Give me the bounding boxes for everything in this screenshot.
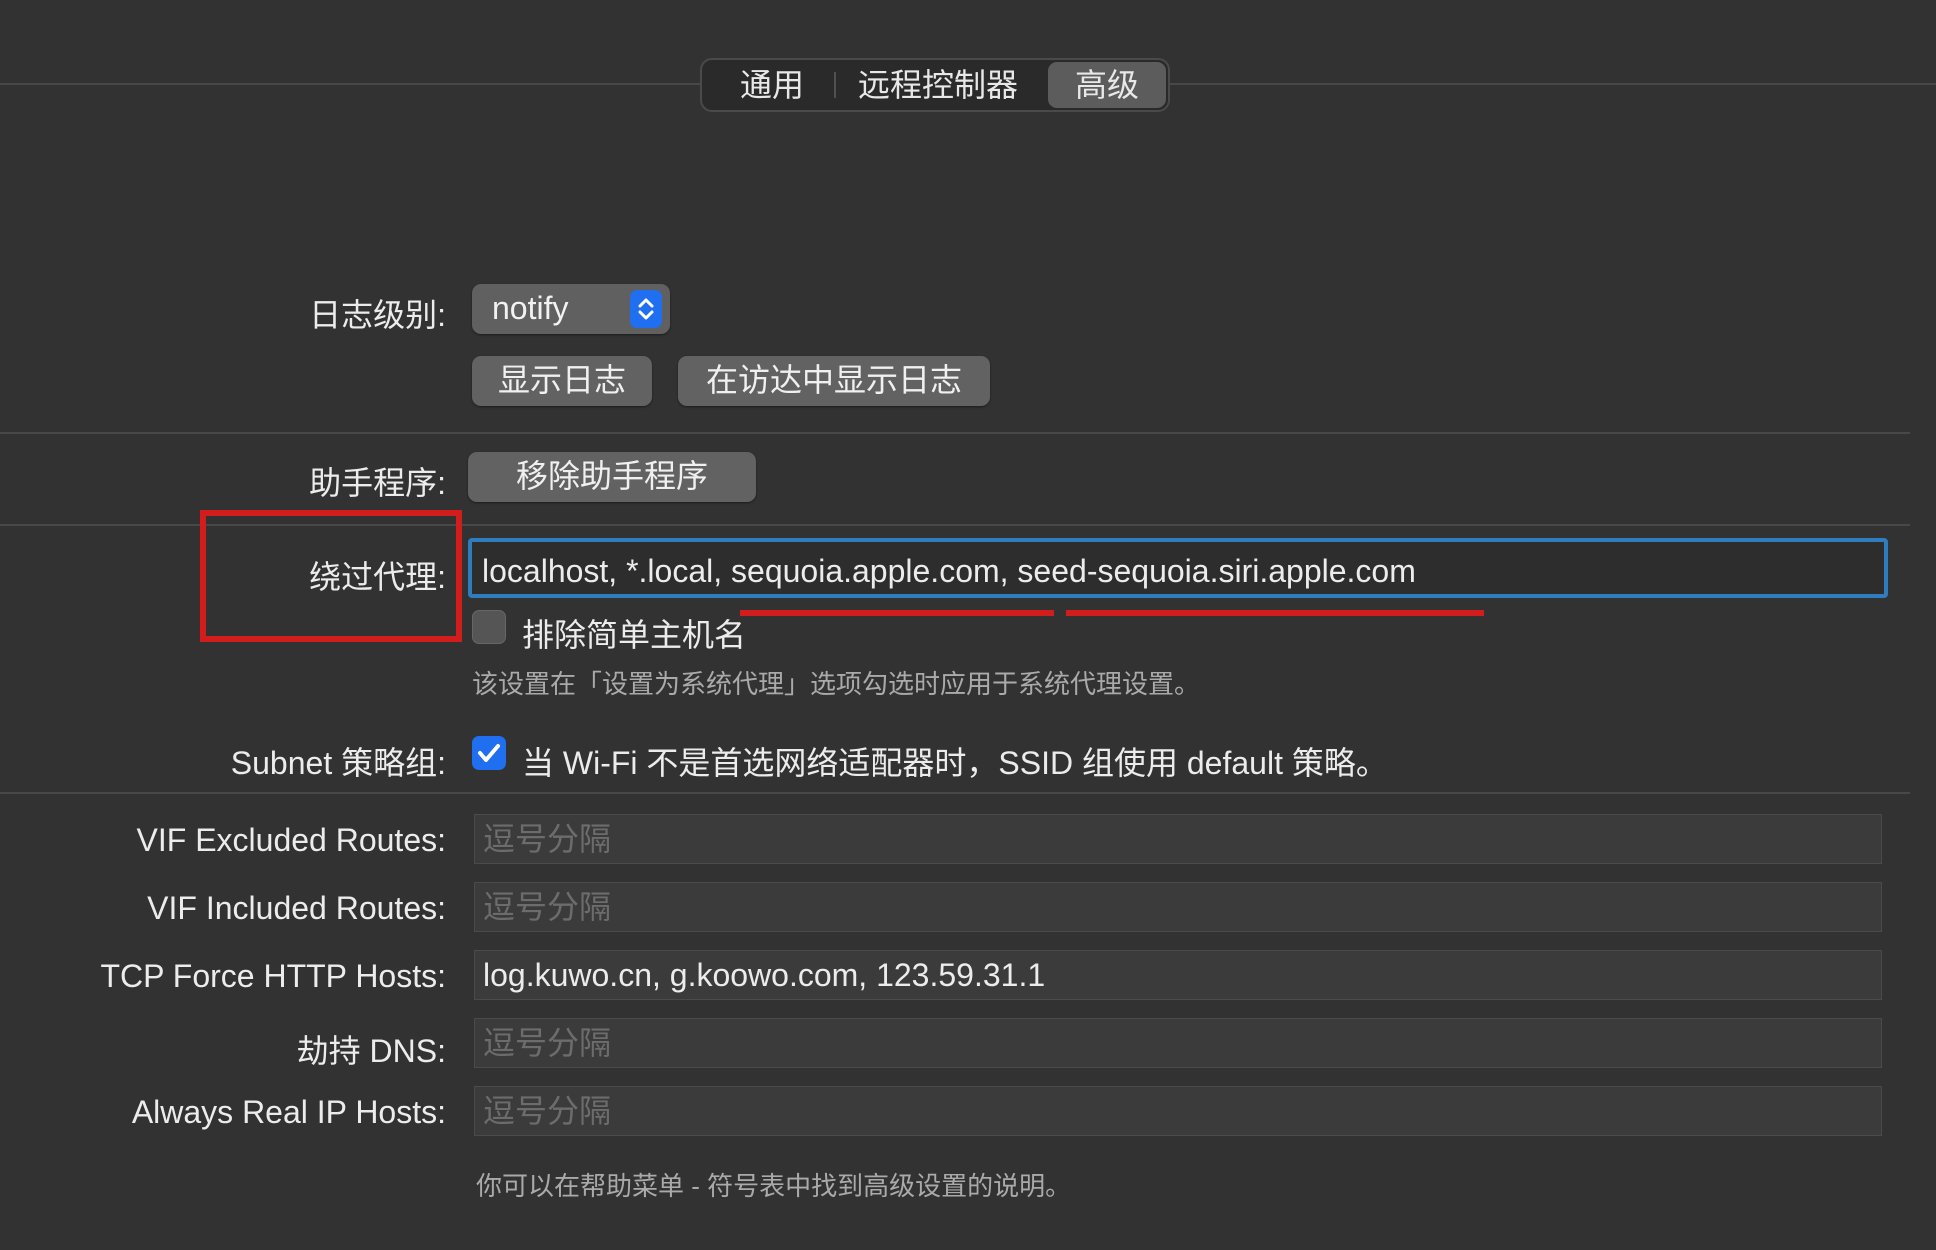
tcp-force-http-hosts-field[interactable]: log.kuwo.cn, g.koowo.com, 123.59.31.1 bbox=[474, 950, 1882, 1000]
checkmark-icon bbox=[478, 744, 500, 762]
always-real-ip-hosts-label: Always Real IP Hosts: bbox=[131, 1094, 446, 1130]
log-level-popup[interactable]: notify bbox=[472, 284, 670, 334]
exclude-simple-hostnames-checkbox[interactable] bbox=[472, 610, 506, 644]
chevron-up-down-icon bbox=[630, 290, 662, 328]
show-log-button[interactable]: 显示日志 bbox=[472, 356, 652, 406]
bypass-proxy-field[interactable]: localhost, *.local, sequoia.apple.com, s… bbox=[468, 538, 1888, 598]
vif-excluded-routes-label: VIF Excluded Routes: bbox=[136, 822, 446, 858]
tab-remote-controller[interactable]: 远程控制器 bbox=[838, 62, 1038, 108]
section-divider-1 bbox=[0, 432, 1910, 434]
top-divider-right bbox=[1170, 83, 1936, 85]
vif-excluded-routes-field[interactable]: 逗号分隔 bbox=[474, 814, 1882, 864]
bypass-proxy-note: 该设置在「设置为系统代理」选项勾选时应用于系统代理设置。 bbox=[472, 669, 1201, 699]
remove-helper-button[interactable]: 移除助手程序 bbox=[468, 452, 756, 502]
subnet-label: Subnet 策略组: bbox=[230, 745, 446, 781]
exclude-simple-hostnames-label: 排除简单主机名 bbox=[522, 617, 747, 653]
tcp-force-http-hosts-label: TCP Force HTTP Hosts: bbox=[100, 958, 446, 994]
tab-bar: 通用 远程控制器 高级 bbox=[700, 58, 1170, 112]
top-divider-left bbox=[0, 83, 700, 85]
hijack-dns-field[interactable]: 逗号分隔 bbox=[474, 1018, 1882, 1068]
hijack-dns-label: 劫持 DNS: bbox=[296, 1033, 446, 1069]
vif-included-routes-label: VIF Included Routes: bbox=[147, 890, 446, 926]
tab-general[interactable]: 通用 bbox=[712, 62, 832, 108]
annotation-underline-1 bbox=[740, 610, 1054, 616]
subnet-checkbox[interactable] bbox=[472, 736, 506, 770]
section-divider-3 bbox=[0, 792, 1910, 794]
log-level-value: notify bbox=[492, 290, 569, 326]
tab-advanced[interactable]: 高级 bbox=[1048, 62, 1166, 108]
annotation-underline-2 bbox=[1066, 610, 1484, 616]
footer-note: 你可以在帮助菜单 - 符号表中找到高级设置的说明。 bbox=[476, 1171, 1072, 1201]
subnet-text: 当 Wi-Fi 不是首选网络适配器时，SSID 组使用 default 策略。 bbox=[522, 745, 1388, 781]
tab-separator bbox=[834, 72, 836, 98]
always-real-ip-hosts-field[interactable]: 逗号分隔 bbox=[474, 1086, 1882, 1136]
log-level-label: 日志级别: bbox=[309, 297, 446, 333]
vif-included-routes-field[interactable]: 逗号分隔 bbox=[474, 882, 1882, 932]
helper-label: 助手程序: bbox=[309, 465, 446, 501]
annotation-box bbox=[200, 510, 462, 642]
show-log-in-finder-button[interactable]: 在访达中显示日志 bbox=[678, 356, 990, 406]
